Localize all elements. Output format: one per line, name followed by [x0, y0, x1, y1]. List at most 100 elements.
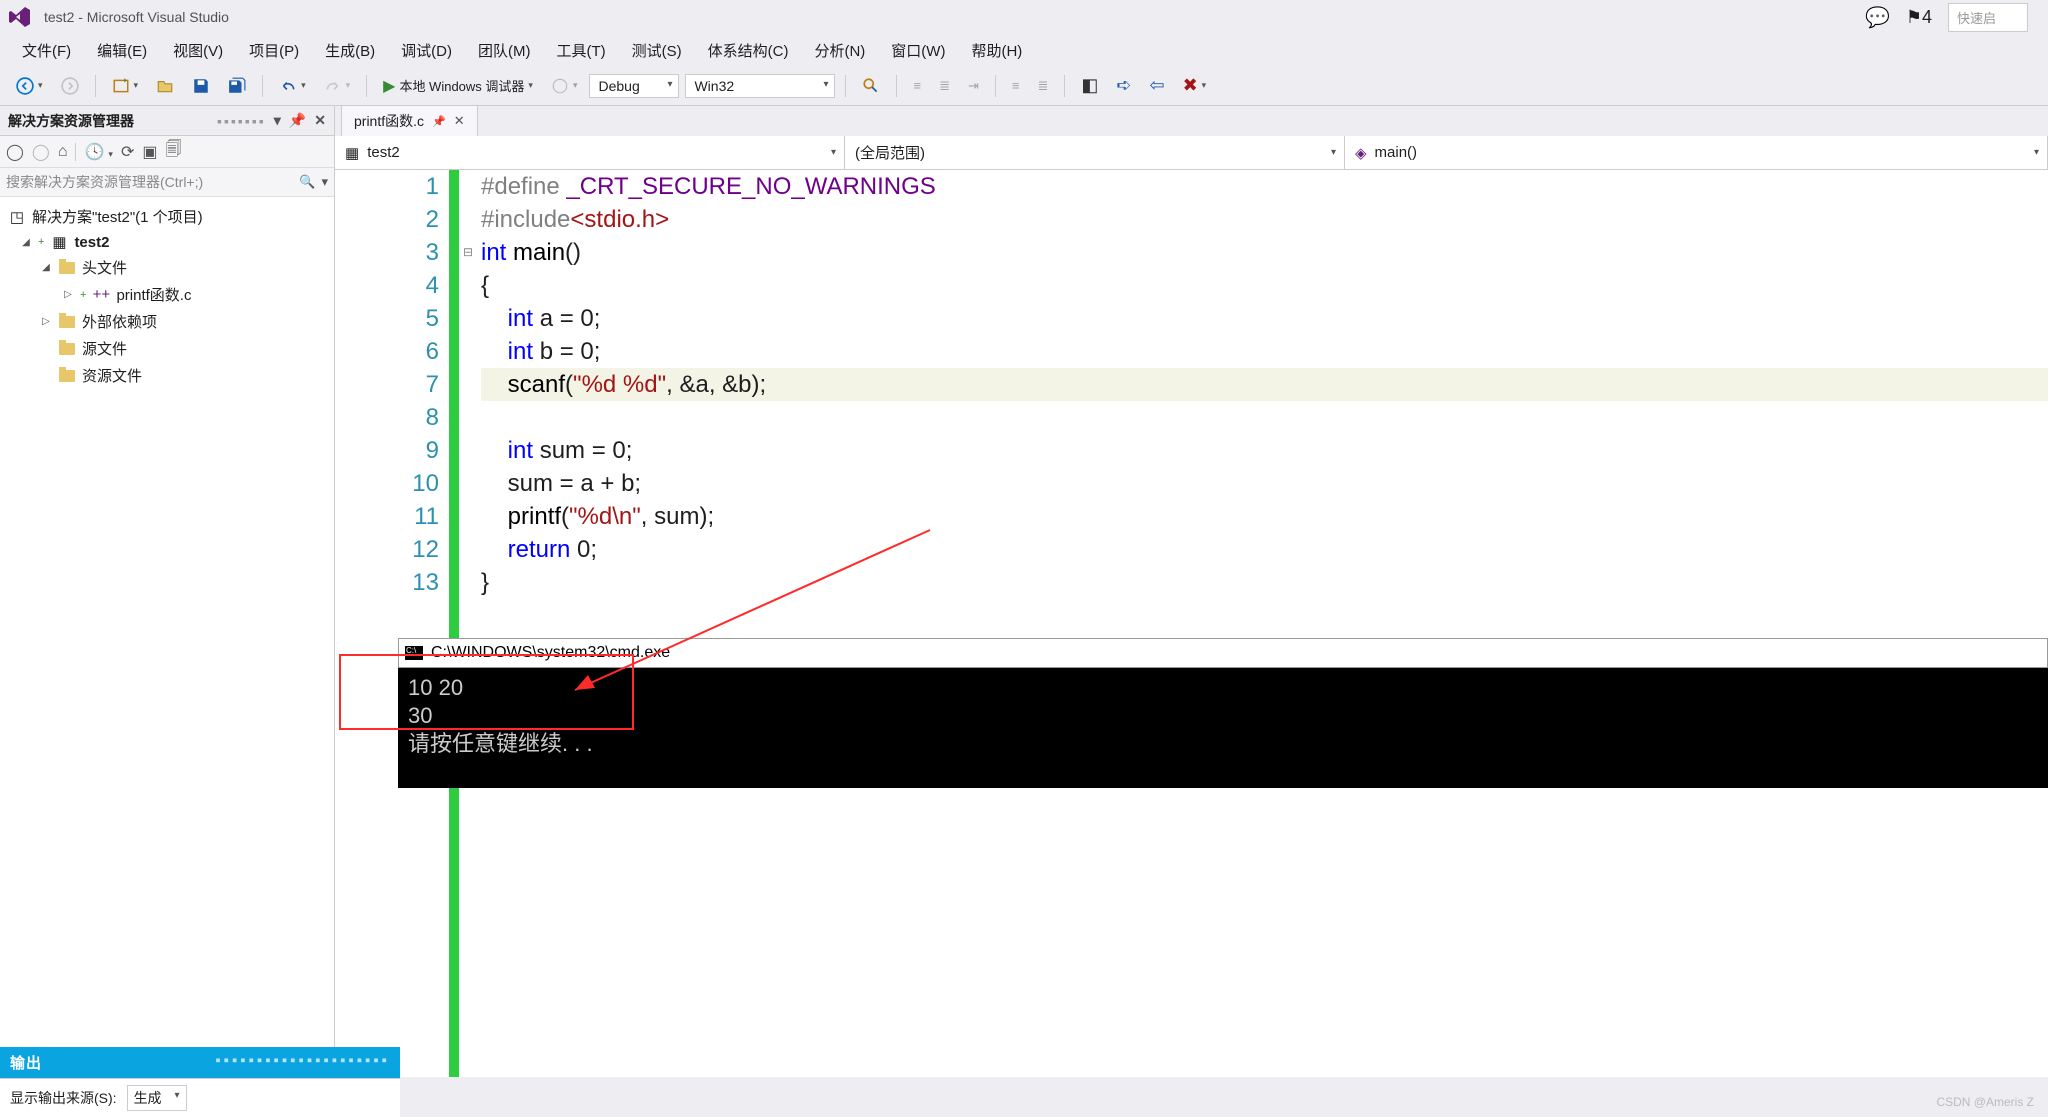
menu-build[interactable]: 生成(B) — [313, 36, 387, 65]
format-button[interactable]: ≡ — [1006, 74, 1026, 97]
solution-root[interactable]: ◳解决方案"test2"(1 个项目) — [4, 203, 330, 230]
output-source-dropdown[interactable]: 生成 — [127, 1085, 187, 1111]
quick-launch-input[interactable]: 快速启 — [1948, 3, 2028, 32]
menu-architecture[interactable]: 体系结构(C) — [696, 36, 801, 65]
window-title: test2 - Microsoft Visual Studio — [44, 9, 229, 25]
method-icon: ◈ — [1355, 144, 1367, 162]
cmd-icon — [405, 646, 423, 660]
home-icon[interactable]: ⌂ — [58, 143, 68, 161]
output-panel: 输出▪▪▪▪▪▪▪▪▪▪▪▪▪▪▪▪▪▪▪▪▪ 显示输出来源(S): 生成 — [0, 1047, 400, 1117]
open-file-button[interactable] — [150, 73, 180, 99]
cpp-file-icon: ++ — [92, 286, 110, 303]
editor-tab[interactable]: printf函数.c 📌 ✕ — [341, 105, 478, 136]
show-all-icon[interactable]: ▣ — [142, 142, 157, 162]
caret-right-icon[interactable]: ▷ — [62, 289, 74, 300]
menu-team[interactable]: 团队(M) — [466, 36, 543, 65]
save-all-button[interactable] — [222, 73, 252, 99]
console-output: 10 20 30 请按任意键继续. . . — [398, 668, 2048, 788]
output-source-label: 显示输出来源(S): — [10, 1088, 117, 1108]
nav-function-dropdown[interactable]: ◈main() — [1345, 136, 2048, 169]
refresh-icon[interactable]: ⟳ — [121, 142, 134, 162]
comment-button[interactable]: ≡ — [907, 74, 927, 97]
debug-target-dropdown[interactable] — [545, 73, 584, 99]
project-node[interactable]: ◢+▦test2 — [4, 230, 330, 254]
folder-icon — [58, 262, 76, 274]
menu-help[interactable]: 帮助(H) — [959, 36, 1034, 65]
solution-explorer-panel: 解决方案资源管理器 ▪▪▪▪▪▪▪ ▾ 📌 ✕ ◯ ◯ ⌂ 🕓 ⟳ ▣ 🗐 搜索… — [0, 106, 335, 1077]
watermark: CSDN @Ameris Z — [1936, 1095, 2034, 1109]
close-icon[interactable]: ✕ — [314, 112, 326, 129]
caret-right-icon[interactable]: ▷ — [40, 316, 52, 327]
solution-explorer-header: 解决方案资源管理器 ▪▪▪▪▪▪▪ ▾ 📌 ✕ — [0, 106, 334, 136]
source-text[interactable]: #define _CRT_SECURE_NO_WARNINGS #include… — [477, 170, 2048, 1077]
search-icon: 🔍 — [299, 174, 315, 190]
menu-debug[interactable]: 调试(D) — [389, 36, 464, 65]
undo-button[interactable] — [273, 73, 312, 99]
source-file-item[interactable]: ▷+++printf函数.c — [4, 281, 330, 308]
solution-search[interactable]: 搜索解决方案资源管理器(Ctrl+;) 🔍 ▾ — [0, 168, 334, 197]
menu-analyze[interactable]: 分析(N) — [802, 36, 877, 65]
external-deps-folder[interactable]: ▷外部依赖项 — [4, 308, 330, 335]
notifications-flag[interactable]: ⚑4 — [1906, 7, 1932, 28]
output-header[interactable]: 输出▪▪▪▪▪▪▪▪▪▪▪▪▪▪▪▪▪▪▪▪▪ — [0, 1047, 400, 1078]
bookmark-clear-icon[interactable]: ✖ — [1177, 71, 1213, 100]
project-icon: ▦ — [50, 233, 68, 251]
source-folder[interactable]: 源文件 — [4, 335, 330, 362]
resource-folder[interactable]: 资源文件 — [4, 362, 330, 389]
menu-project[interactable]: 项目(P) — [237, 36, 311, 65]
redo-button[interactable] — [318, 73, 357, 99]
line-number-gutter: 12345678910111213 — [335, 170, 449, 1077]
indent-button[interactable]: ⇥ — [962, 74, 985, 98]
close-icon[interactable]: ✕ — [454, 113, 465, 129]
feedback-icon[interactable]: 💬 — [1865, 5, 1890, 30]
folder-icon — [58, 316, 76, 328]
folder-icon — [58, 370, 76, 382]
nav-forward-button[interactable] — [55, 73, 85, 99]
menu-edit[interactable]: 编辑(E) — [85, 36, 159, 65]
navigation-bar: ▦test2 (全局范围) ◈main() — [335, 136, 2048, 170]
solution-explorer-toolbar: ◯ ◯ ⌂ 🕓 ⟳ ▣ 🗐 — [0, 136, 334, 168]
back-icon[interactable]: ◯ — [6, 142, 24, 162]
config-dropdown[interactable]: Debug — [589, 74, 679, 98]
platform-dropdown[interactable]: Win32 — [685, 74, 835, 98]
nav-scope-dropdown[interactable]: (全局范围) — [845, 136, 1345, 169]
menu-tools[interactable]: 工具(T) — [544, 36, 617, 65]
menu-test[interactable]: 测试(S) — [620, 36, 694, 65]
console-window: C:\WINDOWS\system32\cmd.exe 10 20 30 请按任… — [398, 638, 2048, 788]
project-icon: ▦ — [345, 144, 359, 162]
sync-icon[interactable]: 🕓 — [84, 142, 112, 162]
folder-icon — [58, 343, 76, 355]
solution-icon: ◳ — [8, 208, 26, 226]
new-project-button[interactable] — [106, 73, 145, 99]
nav-back-button[interactable] — [10, 73, 49, 99]
properties-icon[interactable]: 🗐 — [165, 138, 181, 165]
dropdown-icon[interactable]: ▾ — [274, 112, 281, 129]
change-marker — [449, 170, 459, 1077]
pin-icon[interactable]: 📌 — [432, 115, 446, 128]
solution-tree[interactable]: ◳解决方案"test2"(1 个项目) ◢+▦test2 ◢头文件 ▷+++pr… — [0, 197, 334, 1077]
bookmark-next-icon[interactable]: ➪ — [1110, 71, 1137, 100]
menu-file[interactable]: 文件(F) — [10, 36, 83, 65]
uncomment-button[interactable]: ≣ — [933, 74, 956, 98]
nav-project-dropdown[interactable]: ▦test2 — [335, 136, 845, 169]
menu-bar: 文件(F) 编辑(E) 视图(V) 项目(P) 生成(B) 调试(D) 团队(M… — [0, 34, 2048, 66]
bookmark-icon[interactable]: ◧ — [1075, 71, 1104, 100]
start-debug-button[interactable]: ▶本地 Windows 调试器 — [377, 72, 539, 100]
forward-icon[interactable]: ◯ — [32, 142, 50, 162]
editor-area: printf函数.c 📌 ✕ ▦test2 (全局范围) ◈main() 123… — [335, 106, 2048, 1077]
headers-folder[interactable]: ◢头文件 — [4, 254, 330, 281]
pin-icon[interactable]: 📌 — [289, 112, 306, 129]
save-button[interactable] — [186, 73, 216, 99]
format2-button[interactable]: ≣ — [1031, 74, 1054, 98]
code-editor[interactable]: 12345678910111213 ⊟ #define _CRT_SECURE_… — [335, 170, 2048, 1077]
menu-view[interactable]: 视图(V) — [161, 36, 235, 65]
caret-down-icon[interactable]: ◢ — [20, 237, 32, 248]
caret-down-icon[interactable]: ◢ — [40, 262, 52, 273]
find-button[interactable] — [856, 73, 886, 99]
console-titlebar[interactable]: C:\WINDOWS\system32\cmd.exe — [398, 638, 2048, 668]
menu-window[interactable]: 窗口(W) — [879, 36, 957, 65]
titlebar: test2 - Microsoft Visual Studio 💬 ⚑4 快速启 — [0, 0, 2048, 34]
bookmark-prev-icon[interactable]: ⇦ — [1143, 71, 1170, 100]
search-dropdown-icon[interactable]: ▾ — [321, 174, 328, 190]
fold-gutter[interactable]: ⊟ — [459, 170, 477, 1077]
